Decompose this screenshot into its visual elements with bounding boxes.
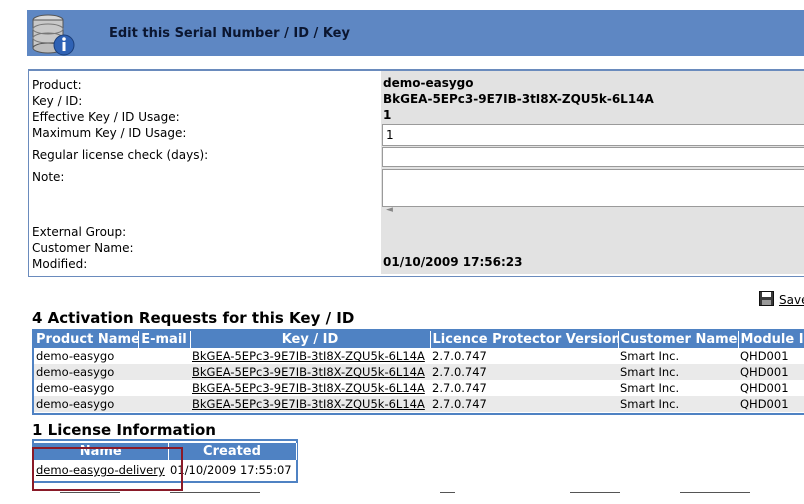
column-header-module[interactable]: Module I (738, 331, 804, 348)
product-name-cell: demo-easygo (34, 364, 138, 380)
column-header-product-name[interactable]: Product Name (34, 331, 139, 348)
table-row: demo-easygo BkGEA-5EPc3-9E7IB-3tI8X-ZQU5… (34, 396, 804, 412)
note-textarea[interactable] (382, 169, 804, 207)
customer-name-cell: Smart Inc. (618, 364, 738, 380)
table-row: demo-easygo BkGEA-5EPc3-9E7IB-3tI8X-ZQU5… (34, 380, 804, 396)
modified-label: Modified: (32, 257, 88, 271)
max-usage-input[interactable]: 1 (382, 124, 804, 146)
save-link[interactable]: Save (779, 293, 804, 307)
database-info-icon (32, 14, 75, 56)
modified-value: 01/10/2009 17:56:23 (383, 255, 523, 269)
created-cell: 01/10/2009 17:55:07 (168, 460, 296, 480)
activations-table: Product Name E-mail Key / ID Licence Pro… (34, 331, 804, 412)
product-name-cell: demo-easygo (34, 348, 138, 364)
key-link[interactable]: BkGEA-5EPc3-9E7IB-3tI8X-ZQU5k-6L14A (190, 396, 430, 412)
module-cell: QHD001 (738, 348, 804, 364)
version-cell: 2.7.0.747 (430, 396, 618, 412)
version-cell: 2.7.0.747 (430, 348, 618, 364)
key-link[interactable]: BkGEA-5EPc3-9E7IB-3tI8X-ZQU5k-6L14A (190, 364, 430, 380)
effective-usage-value: 1 (383, 108, 392, 122)
scroll-left-arrow-icon[interactable]: ◄ (386, 205, 393, 215)
module-cell: QHD001 (738, 380, 804, 396)
column-header-email[interactable]: E-mail (138, 331, 191, 348)
email-cell (138, 380, 190, 396)
serial-edit-form: Product: demo-easygo Key / ID: BkGEA-5EP… (28, 69, 804, 277)
key-link[interactable]: BkGEA-5EPc3-9E7IB-3tI8X-ZQU5k-6L14A (190, 348, 430, 364)
column-header-key[interactable]: Key / ID (190, 331, 431, 348)
column-header-created[interactable]: Created (168, 443, 297, 460)
version-cell: 2.7.0.747 (430, 364, 618, 380)
email-cell (138, 348, 190, 364)
product-name-cell: demo-easygo (34, 380, 138, 396)
note-label: Note: (32, 170, 65, 184)
version-cell: 2.7.0.747 (430, 380, 618, 396)
column-header-version[interactable]: Licence Protector Version (430, 331, 619, 348)
highlight-box (32, 447, 183, 491)
external-group-label: External Group: (32, 225, 127, 239)
email-cell (138, 364, 190, 380)
license-check-label: Regular license check (days): (32, 148, 209, 162)
module-cell: QHD001 (738, 396, 804, 412)
product-label: Product: (32, 78, 82, 92)
module-cell: QHD001 (738, 364, 804, 380)
customer-name-cell: Smart Inc. (618, 380, 738, 396)
max-usage-input-value: 1 (386, 128, 394, 142)
email-cell (138, 396, 190, 412)
page-header: Edit this Serial Number / ID / Key (27, 10, 804, 56)
floppy-disk-icon[interactable] (759, 291, 774, 306)
license-info-title: 1 License Information (32, 421, 216, 439)
table-row: demo-easygo BkGEA-5EPc3-9E7IB-3tI8X-ZQU5… (34, 348, 804, 364)
key-value: BkGEA-5EPc3-9E7IB-3tI8X-ZQU5k-6L14A (383, 92, 654, 106)
key-link[interactable]: BkGEA-5EPc3-9E7IB-3tI8X-ZQU5k-6L14A (190, 380, 430, 396)
customer-name-label: Customer Name: (32, 241, 134, 255)
column-header-customer-name[interactable]: Customer Name (618, 331, 739, 348)
product-name-cell: demo-easygo (34, 396, 138, 412)
product-value: demo-easygo (383, 76, 474, 90)
license-check-input[interactable] (382, 147, 804, 167)
effective-usage-label: Effective Key / ID Usage: (32, 110, 180, 124)
table-row: demo-easygo BkGEA-5EPc3-9E7IB-3tI8X-ZQU5… (34, 364, 804, 380)
activations-title: 4 Activation Requests for this Key / ID (32, 309, 355, 327)
customer-name-cell: Smart Inc. (618, 396, 738, 412)
page-title: Edit this Serial Number / ID / Key (109, 26, 350, 41)
max-usage-label: Maximum Key / ID Usage: (32, 126, 187, 140)
key-label: Key / ID: (32, 94, 83, 108)
customer-name-cell: Smart Inc. (618, 348, 738, 364)
cut-off-content (60, 492, 750, 493)
